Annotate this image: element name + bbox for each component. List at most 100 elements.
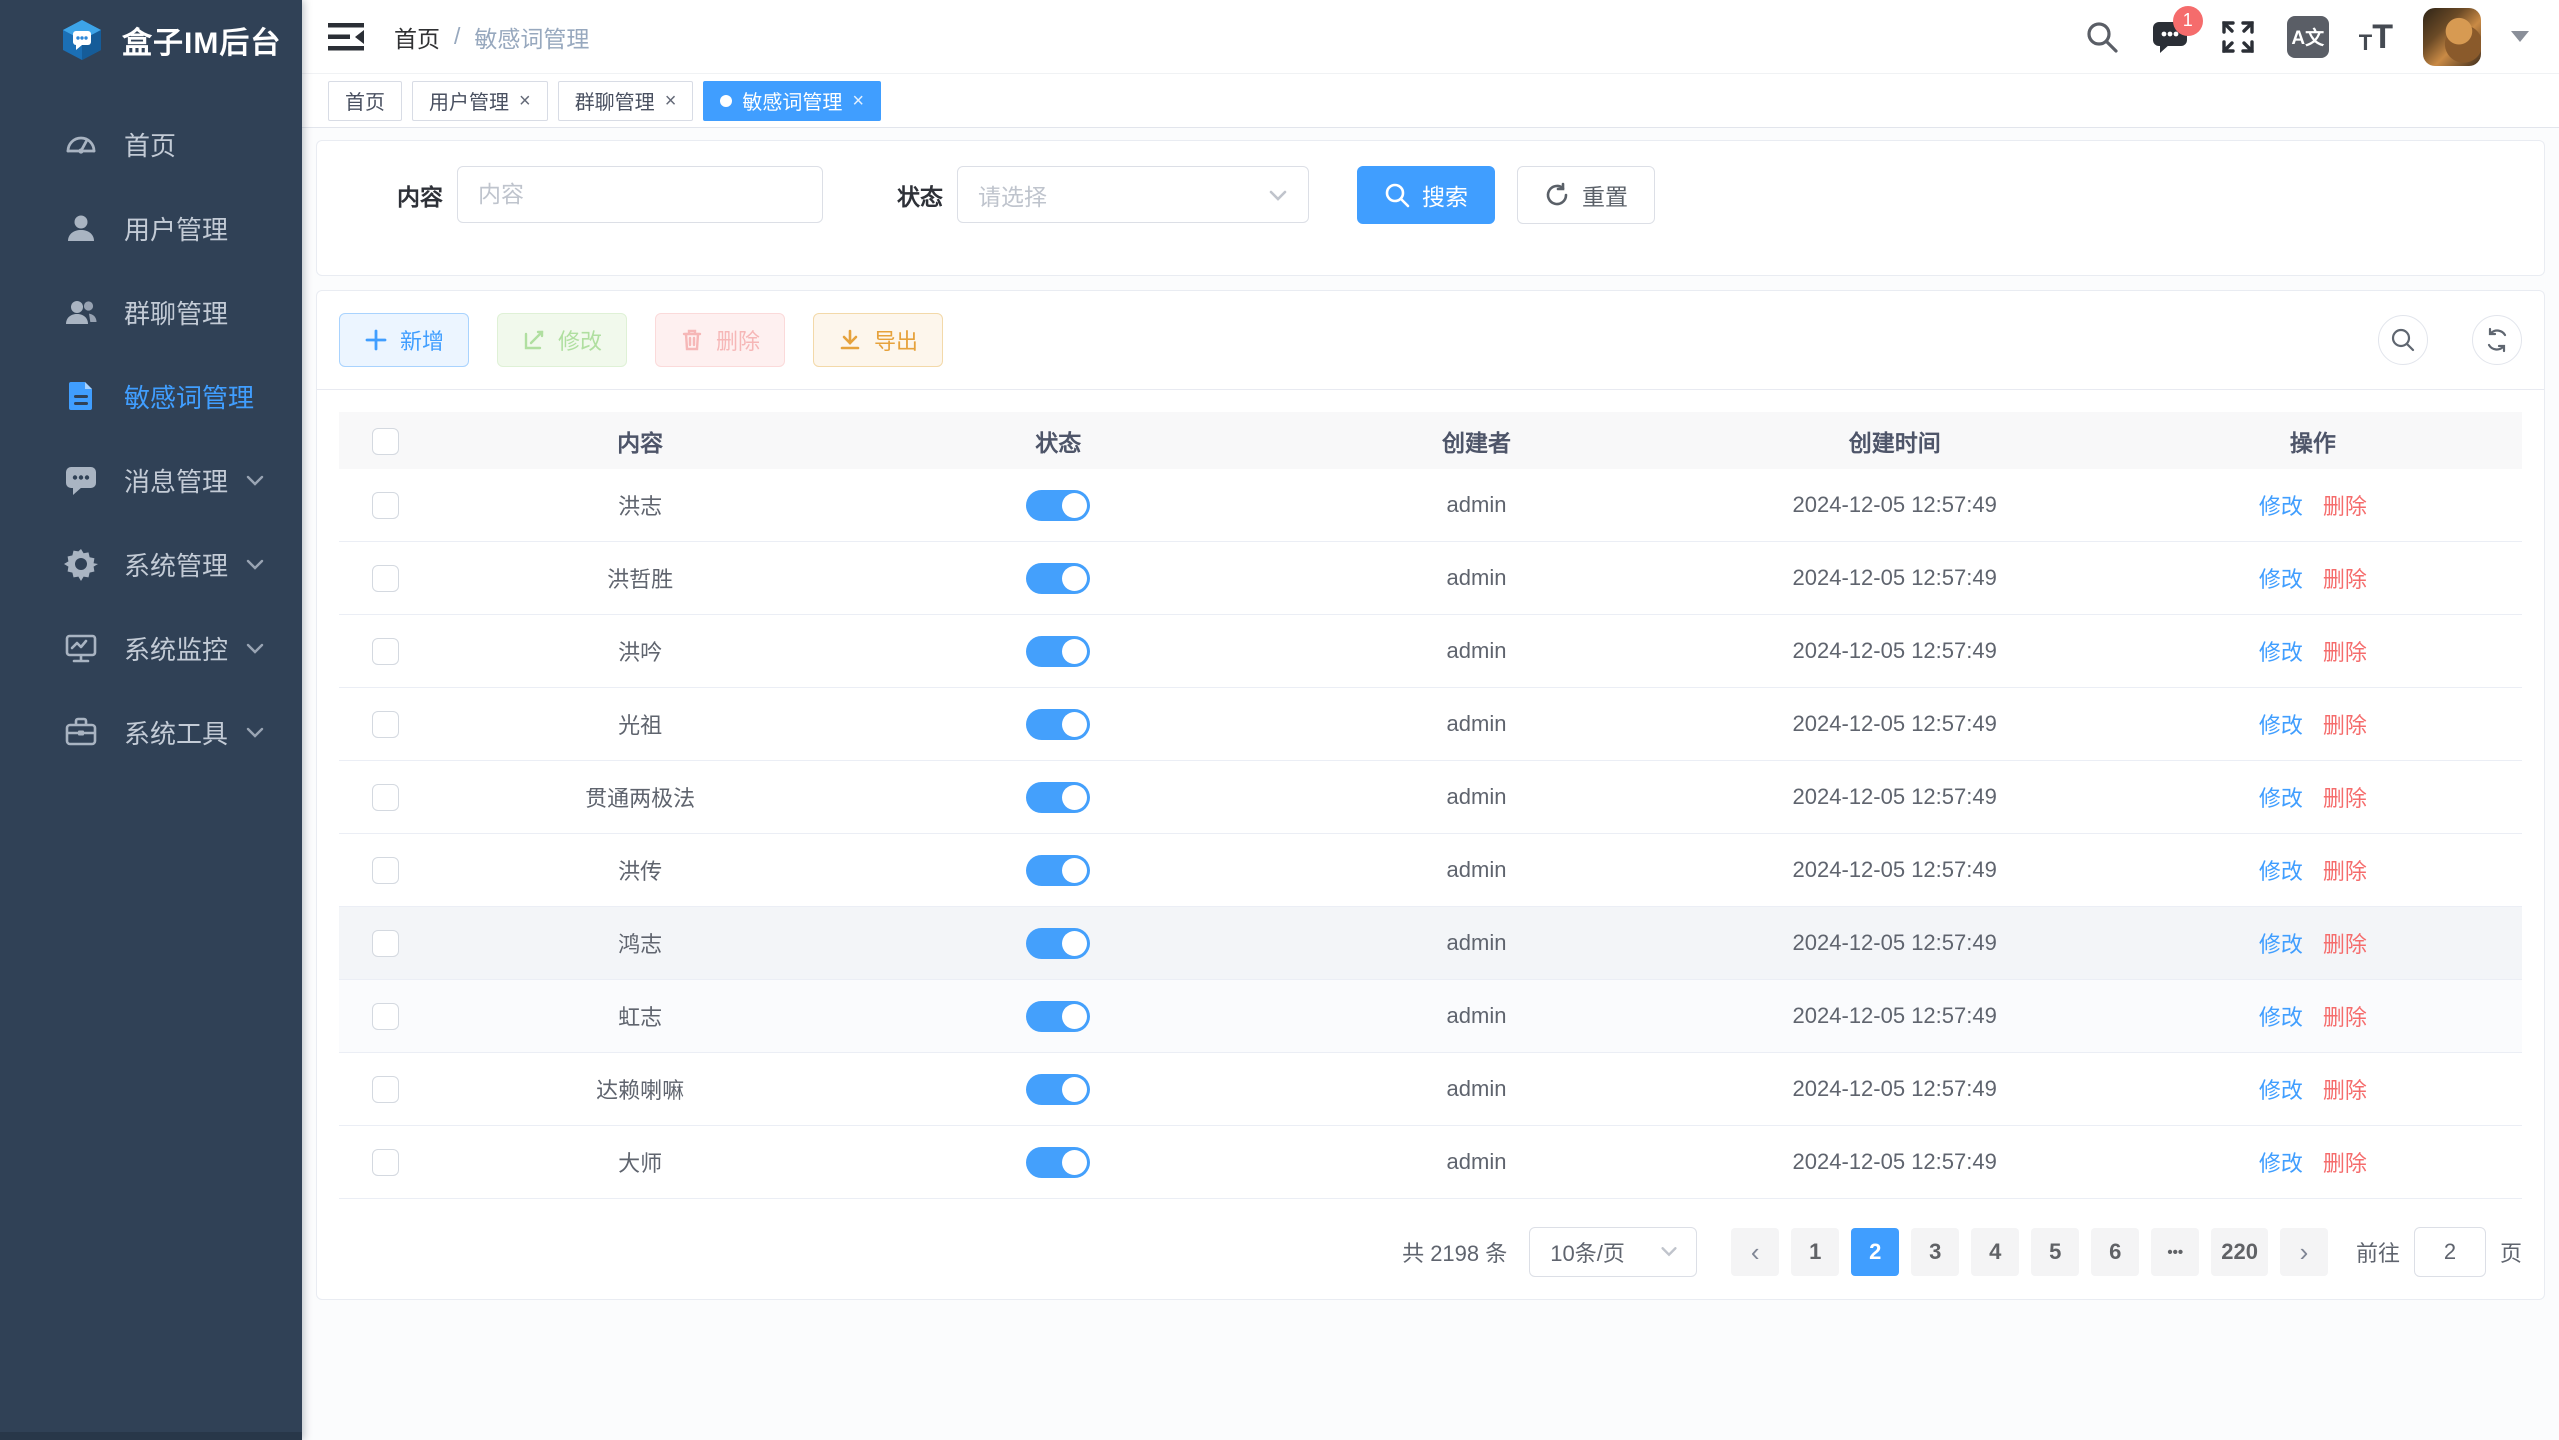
row-edit-link[interactable]: 修改 xyxy=(2259,1078,2303,1103)
refresh-icon-button[interactable] xyxy=(2472,315,2522,365)
sidebar-item-1[interactable]: 用户管理 xyxy=(0,186,302,270)
table-row[interactable]: 鸿志admin2024-12-05 12:57:49修改删除 xyxy=(339,907,2522,980)
row-checkbox[interactable] xyxy=(372,1003,399,1030)
page-button-6[interactable]: 6 xyxy=(2091,1228,2139,1276)
sidebar-item-6[interactable]: 系统监控 xyxy=(0,606,302,690)
status-toggle[interactable] xyxy=(1026,490,1090,521)
add-button[interactable]: 新增 xyxy=(339,313,469,367)
select-all-checkbox[interactable] xyxy=(372,428,399,455)
row-edit-link[interactable]: 修改 xyxy=(2259,640,2303,665)
status-toggle[interactable] xyxy=(1026,563,1090,594)
row-checkbox[interactable] xyxy=(372,565,399,592)
table-row[interactable]: 贯通两极法admin2024-12-05 12:57:49修改删除 xyxy=(339,761,2522,834)
row-delete-link[interactable]: 删除 xyxy=(2323,494,2367,519)
row-edit-link[interactable]: 修改 xyxy=(2259,859,2303,884)
status-toggle[interactable] xyxy=(1026,709,1090,740)
reset-button[interactable]: 重置 xyxy=(1517,166,1655,224)
page-button-4[interactable]: 4 xyxy=(1971,1228,2019,1276)
row-delete-link[interactable]: 删除 xyxy=(2323,1151,2367,1176)
row-edit-link[interactable]: 修改 xyxy=(2259,494,2303,519)
language-icon[interactable]: A文 xyxy=(2287,16,2329,58)
row-checkbox[interactable] xyxy=(372,1149,399,1176)
tab-2[interactable]: 群聊管理× xyxy=(558,81,694,121)
avatar[interactable] xyxy=(2423,8,2481,66)
status-toggle[interactable] xyxy=(1026,782,1090,813)
search-button-label: 搜索 xyxy=(1422,178,1468,212)
sidebar-item-4[interactable]: 消息管理 xyxy=(0,438,302,522)
tab-3[interactable]: 敏感词管理× xyxy=(703,81,881,121)
row-delete-link[interactable]: 删除 xyxy=(2323,713,2367,738)
row-edit-link[interactable]: 修改 xyxy=(2259,1151,2303,1176)
row-edit-link[interactable]: 修改 xyxy=(2259,567,2303,592)
page-size-select[interactable]: 10条/页 xyxy=(1529,1227,1697,1277)
content-input[interactable] xyxy=(457,166,823,223)
delete-button[interactable]: 删除 xyxy=(655,313,785,367)
row-checkbox[interactable] xyxy=(372,1076,399,1103)
sidebar-item-0[interactable]: 首页 xyxy=(0,102,302,186)
page-button-2[interactable]: 2 xyxy=(1851,1228,1899,1276)
table-row[interactable]: 虹志admin2024-12-05 12:57:49修改删除 xyxy=(339,980,2522,1053)
status-toggle[interactable] xyxy=(1026,636,1090,667)
page-button-5[interactable]: 5 xyxy=(2031,1228,2079,1276)
sidebar-item-5[interactable]: 系统管理 xyxy=(0,522,302,606)
row-edit-link[interactable]: 修改 xyxy=(2259,932,2303,957)
prev-page-button[interactable]: ‹ xyxy=(1731,1228,1779,1276)
breadcrumb-home[interactable]: 首页 xyxy=(394,20,440,54)
tab-close-icon[interactable]: × xyxy=(852,91,864,111)
caret-down-icon[interactable] xyxy=(2511,31,2529,42)
row-delete-link[interactable]: 删除 xyxy=(2323,640,2367,665)
fullscreen-icon[interactable] xyxy=(2219,18,2257,56)
row-delete-link[interactable]: 删除 xyxy=(2323,859,2367,884)
row-checkbox[interactable] xyxy=(372,930,399,957)
status-toggle[interactable] xyxy=(1026,1147,1090,1178)
table-row[interactable]: 洪哲胜admin2024-12-05 12:57:49修改删除 xyxy=(339,542,2522,615)
table-row[interactable]: 洪吟admin2024-12-05 12:57:49修改删除 xyxy=(339,615,2522,688)
table-row[interactable]: 光祖admin2024-12-05 12:57:49修改删除 xyxy=(339,688,2522,761)
status-toggle[interactable] xyxy=(1026,855,1090,886)
sidebar-item-3[interactable]: 敏感词管理 xyxy=(0,354,302,438)
toggle-search-icon-button[interactable] xyxy=(2378,315,2428,365)
sidebar-item-2[interactable]: 群聊管理 xyxy=(0,270,302,354)
font-size-icon[interactable]: TT xyxy=(2359,20,2393,54)
row-delete-link[interactable]: 删除 xyxy=(2323,786,2367,811)
row-delete-link[interactable]: 删除 xyxy=(2323,1005,2367,1030)
row-checkbox[interactable] xyxy=(372,638,399,665)
search-button[interactable]: 搜索 xyxy=(1357,166,1495,224)
row-delete-link[interactable]: 删除 xyxy=(2323,1078,2367,1103)
search-icon[interactable] xyxy=(2083,18,2121,56)
row-delete-link[interactable]: 删除 xyxy=(2323,932,2367,957)
tab-close-icon[interactable]: × xyxy=(665,91,677,111)
row-edit-link[interactable]: 修改 xyxy=(2259,713,2303,738)
messages-icon[interactable]: 1 xyxy=(2151,18,2189,56)
status-toggle[interactable] xyxy=(1026,928,1090,959)
table-row[interactable]: 大师admin2024-12-05 12:57:49修改删除 xyxy=(339,1126,2522,1199)
status-toggle[interactable] xyxy=(1026,1001,1090,1032)
page-button-1[interactable]: 1 xyxy=(1791,1228,1839,1276)
row-edit-link[interactable]: 修改 xyxy=(2259,786,2303,811)
tab-0[interactable]: 首页 xyxy=(328,81,402,121)
page-button-3[interactable]: 3 xyxy=(1911,1228,1959,1276)
row-delete-link[interactable]: 删除 xyxy=(2323,567,2367,592)
export-button[interactable]: 导出 xyxy=(813,313,943,367)
row-edit-link[interactable]: 修改 xyxy=(2259,1005,2303,1030)
edit-button[interactable]: 修改 xyxy=(497,313,627,367)
table-row[interactable]: 洪传admin2024-12-05 12:57:49修改删除 xyxy=(339,834,2522,907)
tab-1[interactable]: 用户管理× xyxy=(412,81,548,121)
table-row[interactable]: 洪志admin2024-12-05 12:57:49修改删除 xyxy=(339,469,2522,542)
status-toggle[interactable] xyxy=(1026,1074,1090,1105)
app-logo[interactable]: 盒子IM后台 xyxy=(0,0,302,80)
page-button-220[interactable]: 220 xyxy=(2211,1228,2268,1276)
goto-page-input[interactable] xyxy=(2414,1227,2486,1277)
row-checkbox[interactable] xyxy=(372,711,399,738)
table-row[interactable]: 达赖喇嘛admin2024-12-05 12:57:49修改删除 xyxy=(339,1053,2522,1126)
row-checkbox[interactable] xyxy=(372,492,399,519)
tab-close-icon[interactable]: × xyxy=(519,91,531,111)
row-checkbox[interactable] xyxy=(372,784,399,811)
sidebar-item-7[interactable]: 系统工具 xyxy=(0,690,302,774)
page-ellipsis-button[interactable]: ••• xyxy=(2151,1228,2199,1276)
page-size-value: 10条/页 xyxy=(1550,1236,1625,1268)
sidebar-collapse-icon[interactable] xyxy=(328,22,364,52)
next-page-button[interactable]: › xyxy=(2280,1228,2328,1276)
row-checkbox[interactable] xyxy=(372,857,399,884)
status-select[interactable]: 请选择 xyxy=(957,166,1309,223)
